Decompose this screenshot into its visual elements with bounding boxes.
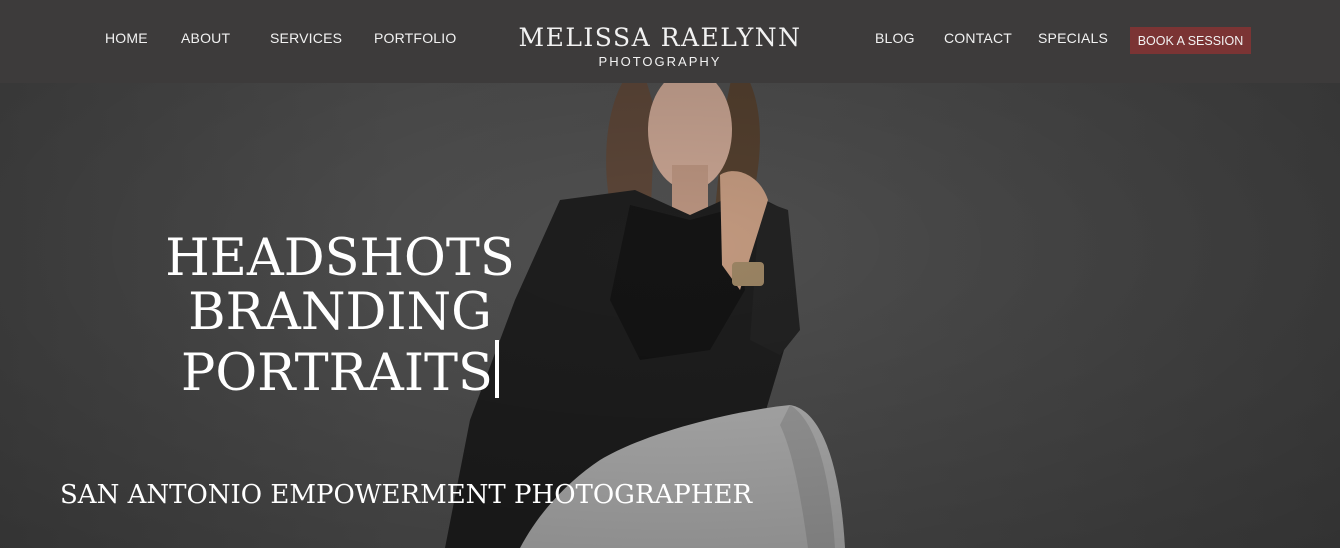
top-navigation: HOME ABOUT SERVICES PORTFOLIO MELISSA RA…	[0, 0, 1340, 83]
hero-headline: HEADSHOTS BRANDING PORTRAITS	[150, 232, 530, 401]
nav-link-blog[interactable]: BLOG	[875, 30, 915, 46]
nav-link-about[interactable]: ABOUT	[181, 30, 230, 46]
nav-link-contact[interactable]: CONTACT	[944, 30, 1012, 46]
nav-link-home[interactable]: HOME	[105, 30, 148, 46]
hero-tagline: SAN ANTONIO EMPOWERMENT PHOTOGRAPHER	[60, 480, 753, 510]
headline-portraits-text: PORTRAITS	[181, 344, 493, 403]
book-session-button[interactable]: BOOK A SESSION	[1130, 27, 1251, 54]
nav-link-services[interactable]: SERVICES	[270, 30, 342, 46]
logo-subtitle: PHOTOGRAPHY	[598, 54, 722, 69]
headline-line-branding: BRANDING	[188, 283, 492, 342]
nav-link-portfolio[interactable]: PORTFOLIO	[374, 30, 456, 46]
headline-line-headshots: HEADSHOTS	[165, 229, 515, 288]
nav-link-specials[interactable]: SPECIALS	[1038, 30, 1108, 46]
typing-caret	[494, 340, 499, 398]
logo-name: MELISSA RAELYNN	[518, 23, 802, 52]
headline-line-portraits: PORTRAITS	[150, 340, 530, 401]
site-logo[interactable]: MELISSA RAELYNN PHOTOGRAPHY	[500, 22, 820, 70]
